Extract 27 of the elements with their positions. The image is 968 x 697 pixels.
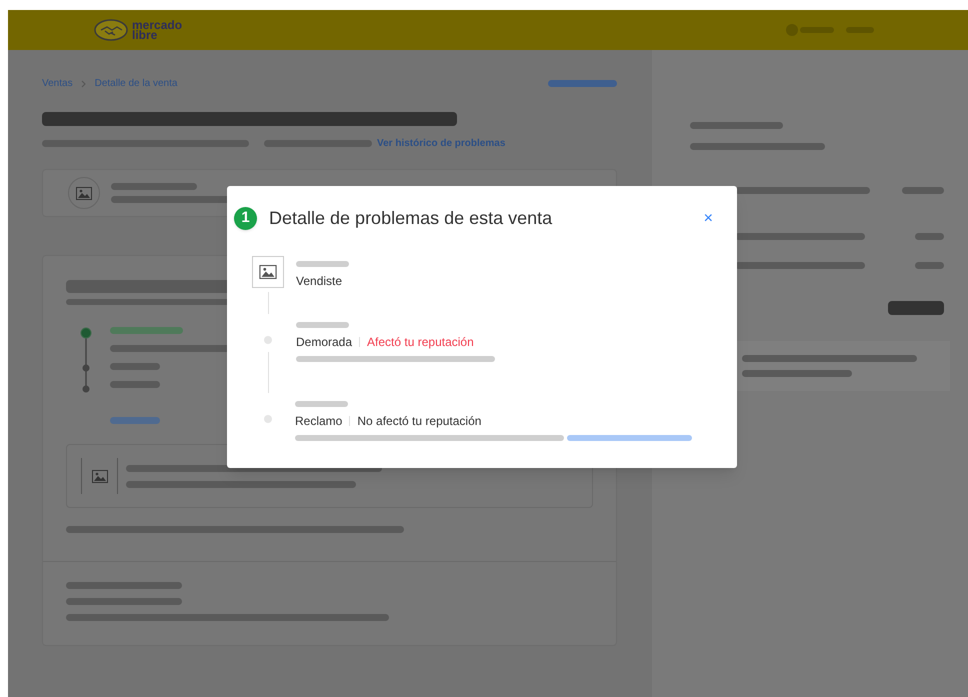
modal-title: Detalle de problemas de esta venta	[269, 207, 552, 230]
reputation-impact: Afectó tu reputación	[367, 334, 474, 351]
skeleton-bar	[548, 80, 617, 87]
handshake-logo-icon	[94, 19, 128, 41]
breadcrumb-link[interactable]: Ventas	[42, 76, 73, 91]
logo-text: mercado libre	[132, 20, 182, 40]
image-placeholder-icon	[81, 458, 118, 494]
image-placeholder-icon	[252, 256, 284, 288]
close-button[interactable]: ×	[704, 210, 713, 226]
chevron-right-icon	[80, 80, 87, 88]
skeleton-bar	[296, 322, 349, 328]
image-placeholder-icon	[68, 177, 100, 209]
breadcrumb-link[interactable]: Detalle de la venta	[94, 76, 178, 91]
skeleton-bar	[110, 381, 160, 388]
history-link[interactable]: Ver histórico de problemas	[377, 136, 506, 151]
skeleton-bar	[110, 417, 160, 424]
skeleton-bar	[296, 261, 349, 267]
skeleton-bar	[915, 262, 944, 269]
step-badge: 1	[234, 207, 257, 230]
skeleton-bar	[915, 233, 944, 240]
reputation-impact: No afectó tu reputación	[357, 413, 482, 430]
skeleton-bar	[902, 187, 944, 194]
event-label: Demorada	[296, 334, 352, 351]
skeleton-bar	[110, 363, 160, 370]
event-label: Reclamo	[295, 413, 342, 430]
event-label: Vendiste	[296, 273, 342, 290]
skeleton-bar	[295, 401, 348, 407]
